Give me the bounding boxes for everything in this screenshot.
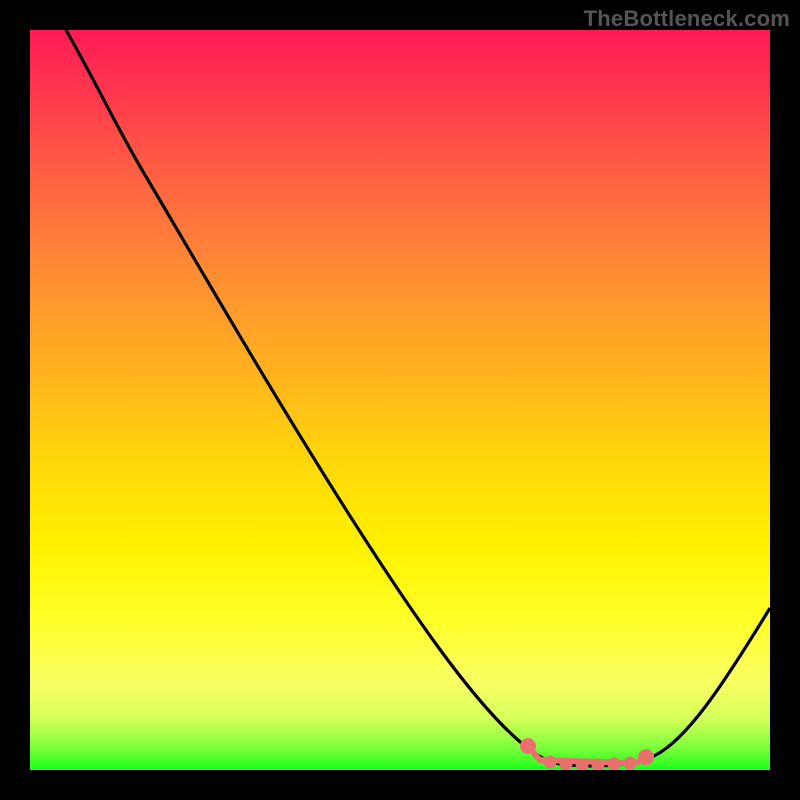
main-curve-path (66, 30, 770, 766)
plot-area (30, 30, 770, 770)
bottleneck-curve (30, 30, 770, 770)
watermark-text: TheBottleneck.com (584, 6, 790, 32)
chart-frame: TheBottleneck.com (0, 0, 800, 800)
highlight-markers (523, 741, 651, 769)
